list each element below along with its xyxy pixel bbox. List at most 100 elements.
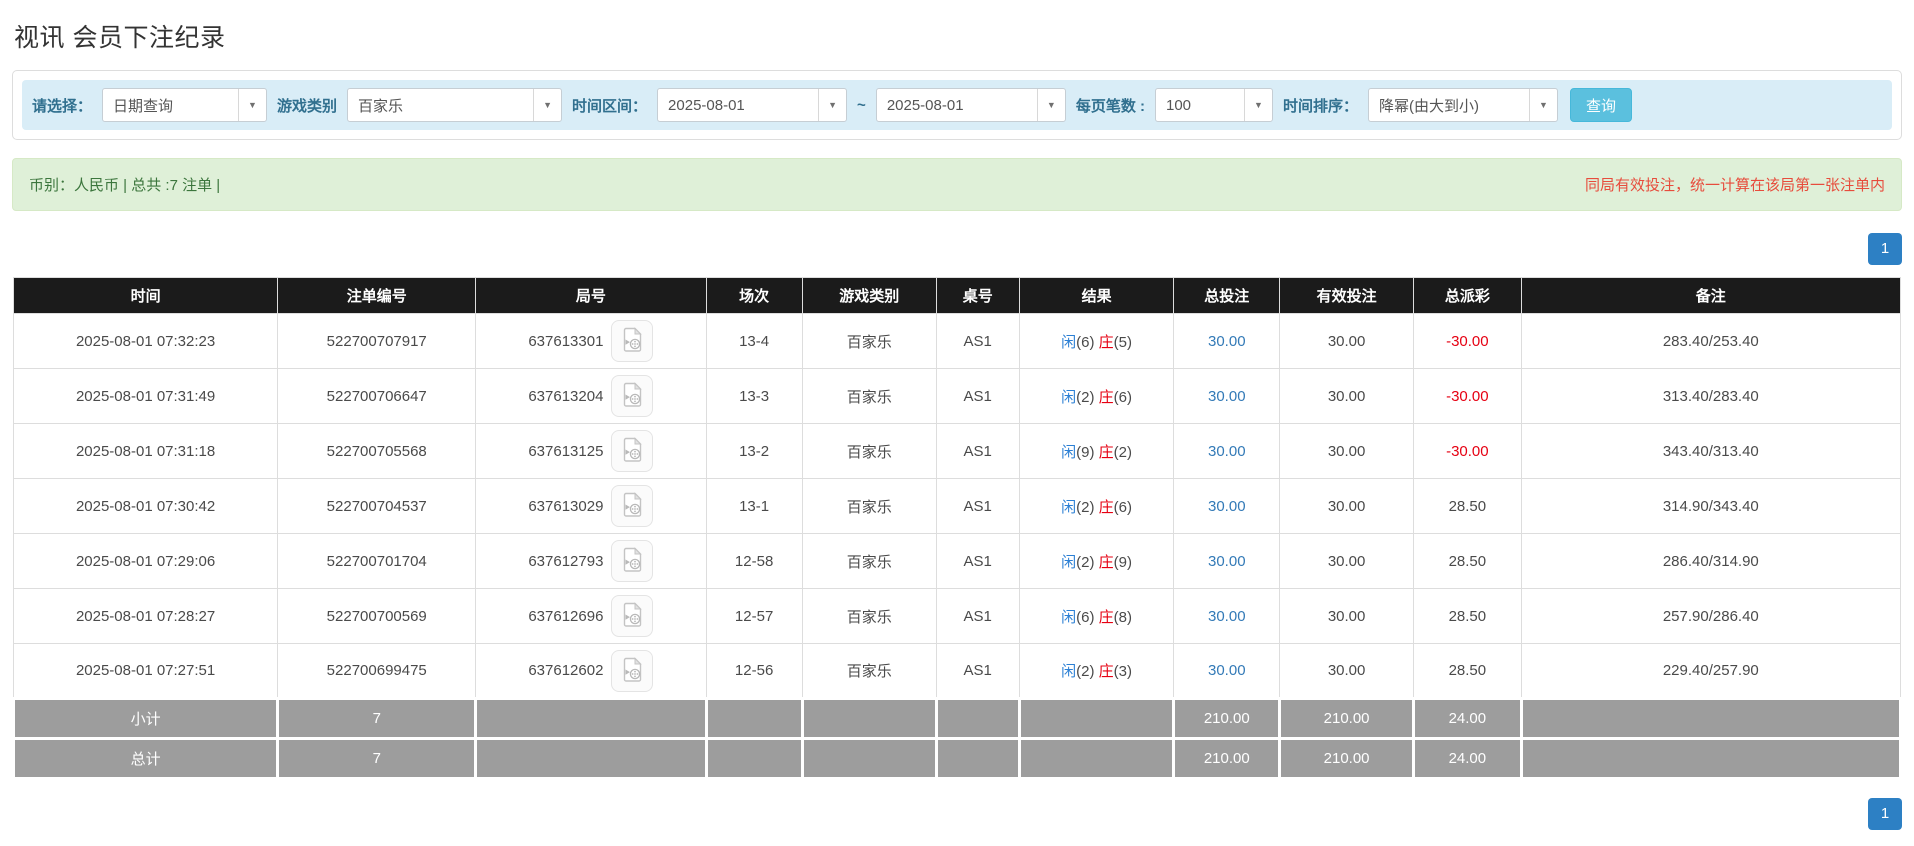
pagination-page-button[interactable]: 1 [1868, 798, 1902, 830]
video-replay-button[interactable] [611, 485, 654, 527]
time-cell: 2025-08-01 07:28:27 [12, 588, 279, 644]
game-type-cell: 百家乐 [801, 423, 937, 479]
video-replay-button[interactable] [611, 540, 654, 582]
summary-bar: 币别：人民币 | 总共 :7 注单 | 同局有效投注，统一计算在该局第一张注单内 [12, 158, 1902, 211]
round-id-inner: 637612602 [484, 649, 697, 692]
valid-bet-cell: 30.00 [1279, 643, 1415, 699]
result-cell: 闲(2) 庄(9) [1018, 533, 1175, 589]
column-header-5: 游戏类别 [801, 277, 937, 314]
session-cell: 12-58 [705, 533, 803, 589]
round-id-text: 637612602 [528, 662, 604, 679]
search-button[interactable]: 查询 [1570, 88, 1633, 122]
game-type-cell: 百家乐 [801, 588, 937, 644]
footer-count-cell: 7 [276, 737, 478, 780]
footer-valid-bet-cell: 210.00 [1278, 737, 1416, 780]
result-cell: 闲(2) 庄(6) [1018, 478, 1175, 534]
total-bet-cell: 30.00 [1173, 423, 1281, 479]
result-player: 闲 [1061, 333, 1077, 351]
query-type-label: 请选择： [32, 97, 93, 115]
bet-id-cell: 522700705568 [277, 423, 477, 479]
filter-bar: 请选择： 日期查询 ▼ 游戏类别 百家乐 ▼ 时间区间： 2025-08-01 … [22, 80, 1892, 130]
date-from-select[interactable]: 2025-08-01 ▼ [657, 88, 848, 122]
footer-empty-cell [1017, 737, 1176, 780]
table-no-cell: AS1 [935, 478, 1020, 534]
game-type-select[interactable]: 百家乐 ▼ [347, 88, 563, 122]
query-type-value: 日期查询 [113, 97, 174, 115]
round-id-text: 637612793 [528, 552, 604, 570]
total-bet-link[interactable]: 30.00 [1208, 662, 1246, 679]
filter-panel: 请选择： 日期查询 ▼ 游戏类别 百家乐 ▼ 时间区间： 2025-08-01 … [12, 70, 1902, 140]
round-id-inner: 637612696 [484, 595, 697, 637]
date-to-value: 2025-08-01 [886, 96, 964, 114]
result-banker: 庄 [1098, 443, 1114, 461]
total-bet-link[interactable]: 30.00 [1208, 443, 1246, 460]
footer-total-bet-cell: 210.00 [1172, 737, 1282, 780]
pagination-bottom: 1 [12, 798, 1902, 830]
round-id-inner: 637613125 [484, 430, 697, 472]
note-cell: 343.40/313.40 [1520, 423, 1902, 479]
table-body: 2025-08-01 07:32:23 522700707917 637613301… [12, 313, 1902, 699]
time-cell: 2025-08-01 07:31:18 [12, 423, 279, 479]
footer-count-cell: 7 [276, 697, 478, 740]
total-bet-link[interactable]: 30.00 [1208, 553, 1246, 570]
note-cell: 283.40/253.40 [1520, 313, 1902, 369]
round-id-inner: 637613204 [484, 375, 697, 417]
round-id-cell: 637612602 [475, 643, 707, 699]
page-size-label: 每页笔数 : [1075, 97, 1145, 115]
round-id-inner: 637612793 [484, 540, 697, 582]
video-replay-button[interactable] [611, 375, 654, 417]
column-header-6: 桌号 [935, 277, 1020, 314]
total-bet-link[interactable]: 30.00 [1208, 388, 1246, 405]
result-cell: 闲(6) 庄(8) [1018, 588, 1175, 644]
time-sort-value: 降幂(由大到小) [1379, 97, 1479, 115]
total-bet-link[interactable]: 30.00 [1208, 608, 1246, 625]
bet-id-cell: 522700704537 [277, 478, 477, 534]
session-cell: 13-2 [705, 423, 803, 479]
table-no-cell: AS1 [935, 313, 1020, 369]
footer-total-bet-cell: 210.00 [1172, 697, 1282, 740]
result-banker-score: (6) [1113, 498, 1133, 516]
pagination-page-button[interactable]: 1 [1868, 233, 1902, 265]
column-header-11: 备注 [1520, 277, 1902, 314]
column-header-4: 场次 [705, 277, 803, 314]
column-header-10: 总派彩 [1413, 277, 1522, 314]
footer-payout-cell: 24.00 [1412, 737, 1523, 780]
bet-id-cell: 522700707917 [277, 313, 477, 369]
round-id-cell: 637612793 [475, 533, 707, 589]
game-type-label: 游戏类别 [277, 97, 338, 115]
footer-label-cell: 小计 [11, 697, 280, 740]
video-replay-button[interactable] [611, 649, 654, 692]
result-player: 闲 [1061, 388, 1077, 406]
video-replay-button[interactable] [611, 320, 654, 362]
date-to-select[interactable]: 2025-08-01 ▼ [875, 88, 1066, 122]
total-bet-link[interactable]: 30.00 [1208, 498, 1246, 515]
footer-empty-cell [934, 697, 1021, 740]
valid-bet-cell: 30.00 [1279, 533, 1415, 589]
payout-cell: 28.50 [1413, 533, 1522, 589]
time-cell: 2025-08-01 07:32:23 [12, 313, 279, 369]
total-bet-link[interactable]: 30.00 [1208, 333, 1246, 350]
video-replay-button[interactable] [611, 430, 654, 472]
total-bet-cell: 30.00 [1173, 313, 1281, 369]
footer-empty-cell [474, 697, 708, 740]
round-id-text: 637612696 [528, 607, 604, 625]
note-cell: 286.40/314.90 [1520, 533, 1902, 589]
time-cell: 2025-08-01 07:30:42 [12, 478, 279, 534]
valid-bet-cell: 30.00 [1279, 588, 1415, 644]
video-replay-icon [622, 382, 643, 410]
query-type-select[interactable]: 日期查询 ▼ [102, 88, 268, 122]
page-size-value: 100 [1165, 96, 1192, 114]
page-size-select[interactable]: 100 ▼ [1154, 88, 1273, 122]
table-row: 2025-08-01 07:30:42 522700704537 637613029… [12, 478, 1902, 534]
page: 视讯 会员下注纪录 请选择： 日期查询 ▼ 游戏类别 百家乐 ▼ 时间区间： 2… [0, 0, 1914, 846]
table-row: 2025-08-01 07:32:23 522700707917 637613301… [12, 313, 1902, 369]
game-type-cell: 百家乐 [801, 313, 937, 369]
result-banker-score: (5) [1113, 333, 1133, 351]
column-header-1: 时间 [12, 277, 279, 314]
chevron-down-icon: ▼ [238, 89, 266, 121]
time-cell: 2025-08-01 07:29:06 [12, 533, 279, 589]
time-sort-select[interactable]: 降幂(由大到小) ▼ [1368, 88, 1558, 122]
video-replay-icon [622, 602, 643, 630]
video-replay-button[interactable] [611, 595, 654, 637]
table-row: 2025-08-01 07:28:27 522700700569 637612696… [12, 588, 1902, 644]
